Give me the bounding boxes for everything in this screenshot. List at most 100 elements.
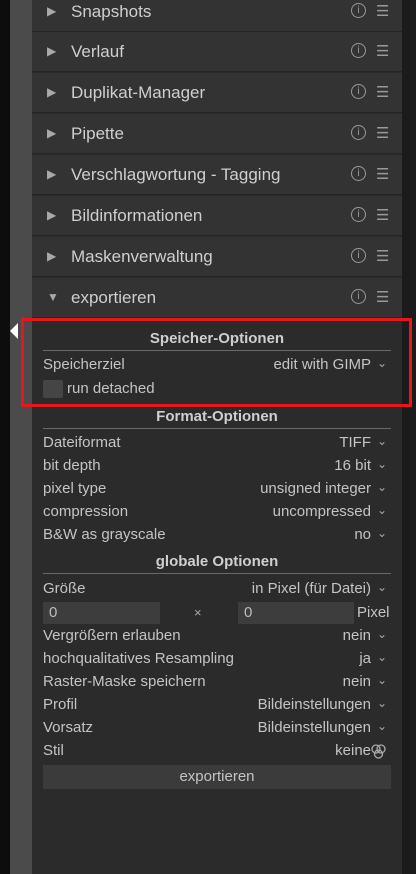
row-label: Vorsatz — [43, 719, 94, 736]
module-title: Maskenverwaltung — [71, 247, 213, 266]
collapse-arrow-icon: ▼ — [47, 290, 59, 304]
row-label: compression — [43, 503, 129, 520]
info-icon[interactable]: i — [351, 43, 366, 58]
row-value: uncompressed — [272, 503, 371, 520]
export-button[interactable]: exportieren — [43, 765, 391, 789]
raster-mask-dropdown[interactable]: Raster-Maske speichern nein ⌄ — [43, 671, 391, 693]
module-title: Snapshots — [71, 2, 152, 21]
row-label: Raster-Maske speichern — [43, 673, 206, 690]
left-panel-border — [10, 0, 32, 874]
hq-resampling-dropdown[interactable]: hochqualitatives Resampling ja ⌄ — [43, 648, 391, 670]
chevron-down-icon: ⌄ — [376, 673, 387, 687]
module-title: Verlauf — [71, 42, 124, 61]
collapse-pointer-icon[interactable] — [10, 323, 18, 339]
row-label: hochqualitatives Resampling — [43, 650, 234, 667]
chevron-down-icon: ⌄ — [376, 526, 387, 540]
row-value: no — [354, 526, 371, 543]
module-header-verlauf[interactable]: ▶ Verlauf i ☰ — [32, 32, 402, 72]
module-header-tagging[interactable]: ▶ Verschlagwortung - Tagging i ☰ — [32, 155, 402, 195]
chevron-down-icon: ⌄ — [376, 434, 387, 448]
bit-depth-dropdown[interactable]: bit depth 16 bit ⌄ — [43, 455, 391, 477]
row-value: TIFF — [339, 434, 371, 451]
bw-grayscale-dropdown[interactable]: B&W as grayscale no ⌄ — [43, 524, 391, 546]
style-label: Stil — [43, 742, 64, 759]
size-dropdown[interactable]: Größe in Pixel (für Datei) ⌄ — [43, 578, 391, 600]
module-title: Pipette — [71, 124, 124, 143]
dateiformat-dropdown[interactable]: Dateiformat TIFF ⌄ — [43, 432, 391, 454]
pixel-type-dropdown[interactable]: pixel type unsigned integer ⌄ — [43, 478, 391, 500]
module-header-maskenverwaltung[interactable]: ▶ Maskenverwaltung i ☰ — [32, 237, 402, 277]
row-label: Dateiformat — [43, 434, 121, 451]
row-value: Bildeinstellungen — [257, 719, 371, 736]
row-label: Profil — [43, 696, 78, 713]
row-value: nein — [342, 627, 371, 644]
left-edge-bar — [0, 0, 10, 874]
row-label: pixel type — [43, 480, 107, 497]
chevron-down-icon: ⌄ — [376, 480, 387, 494]
section-title-global: globale Optionen — [155, 553, 279, 570]
chevron-down-icon: ⌄ — [376, 696, 387, 710]
unit-label: Pixel — [357, 604, 390, 621]
section-divider — [43, 573, 391, 574]
chevron-down-icon: ⌄ — [376, 503, 387, 517]
expand-arrow-icon: ▶ — [47, 167, 57, 181]
presets-menu-icon[interactable]: ☰ — [376, 206, 389, 224]
presets-menu-icon[interactable]: ☰ — [376, 83, 389, 101]
style-value: keine — [335, 742, 371, 759]
module-header-snapshots[interactable]: ▶ Snapshots i ☰ — [32, 0, 402, 32]
right-scrollbar[interactable] — [402, 0, 416, 874]
module-header-pipette[interactable]: ▶ Pipette i ☰ — [32, 114, 402, 154]
module-title: Duplikat-Manager — [71, 83, 206, 102]
chevron-down-icon: ⌄ — [376, 457, 387, 471]
section-title-format: Format-Optionen — [156, 408, 278, 425]
module-title: exportieren — [71, 288, 157, 307]
intent-dropdown[interactable]: Vorsatz Bildeinstellungen ⌄ — [43, 717, 391, 739]
row-label: bit depth — [43, 457, 101, 474]
row-label: B&W as grayscale — [43, 526, 166, 543]
profile-dropdown[interactable]: Profil Bildeinstellungen ⌄ — [43, 694, 391, 716]
module-title: Verschlagwortung - Tagging — [71, 165, 281, 184]
chevron-down-icon: ⌄ — [376, 650, 387, 664]
module-header-duplikat-manager[interactable]: ▶ Duplikat-Manager i ☰ — [32, 73, 402, 113]
presets-menu-icon[interactable]: ☰ — [376, 165, 389, 183]
section-divider — [43, 428, 391, 429]
info-icon[interactable]: i — [351, 3, 366, 18]
styles-icon[interactable] — [370, 744, 388, 760]
row-value: unsigned integer — [260, 480, 371, 497]
info-icon[interactable]: i — [351, 125, 366, 140]
info-icon[interactable]: i — [351, 248, 366, 263]
info-icon[interactable]: i — [351, 84, 366, 99]
info-icon[interactable]: i — [351, 166, 366, 181]
expand-arrow-icon: ▶ — [47, 4, 57, 18]
row-value: Bildeinstellungen — [257, 696, 371, 713]
height-input[interactable]: 0 — [238, 602, 354, 624]
row-value: ja — [359, 650, 371, 667]
compression-dropdown[interactable]: compression uncompressed ⌄ — [43, 501, 391, 523]
module-header-exportieren[interactable]: ▼ exportieren i ☰ — [32, 278, 402, 318]
presets-menu-icon[interactable]: ☰ — [376, 2, 389, 20]
expand-arrow-icon: ▶ — [47, 85, 57, 99]
style-selector[interactable]: Stil keine — [43, 740, 391, 762]
presets-menu-icon[interactable]: ☰ — [376, 288, 389, 306]
module-title: Bildinformationen — [71, 206, 203, 225]
expand-arrow-icon: ▶ — [47, 208, 57, 222]
chevron-down-icon: ⌄ — [376, 627, 387, 641]
upscale-dropdown[interactable]: Vergrößern erlauben nein ⌄ — [43, 625, 391, 647]
times-symbol: × — [194, 605, 202, 620]
expand-arrow-icon: ▶ — [47, 249, 57, 263]
chevron-down-icon: ⌄ — [376, 719, 387, 733]
row-value: nein — [342, 673, 371, 690]
presets-menu-icon[interactable]: ☰ — [376, 42, 389, 60]
size-label: Größe — [43, 580, 86, 597]
expand-arrow-icon: ▶ — [47, 44, 57, 58]
highlight-box — [21, 318, 412, 407]
info-icon[interactable]: i — [351, 289, 366, 304]
presets-menu-icon[interactable]: ☰ — [376, 247, 389, 265]
size-value: in Pixel (für Datei) — [251, 580, 371, 597]
row-label: Vergrößern erlauben — [43, 627, 181, 644]
presets-menu-icon[interactable]: ☰ — [376, 124, 389, 142]
width-input[interactable]: 0 — [43, 602, 160, 624]
row-value: 16 bit — [334, 457, 371, 474]
info-icon[interactable]: i — [351, 207, 366, 222]
module-header-bildinformationen[interactable]: ▶ Bildinformationen i ☰ — [32, 196, 402, 236]
